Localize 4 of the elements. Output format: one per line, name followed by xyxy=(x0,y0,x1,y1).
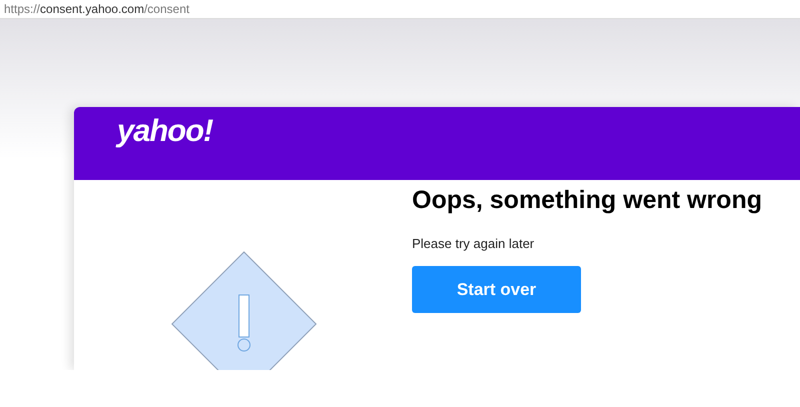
url-text[interactable]: https://consent.yahoo.com/consent xyxy=(4,3,190,15)
logo[interactable]: yahoo! xyxy=(117,113,213,148)
error-message: Please try again later xyxy=(412,236,536,252)
error-title: Oops, something went wrong xyxy=(412,185,762,215)
